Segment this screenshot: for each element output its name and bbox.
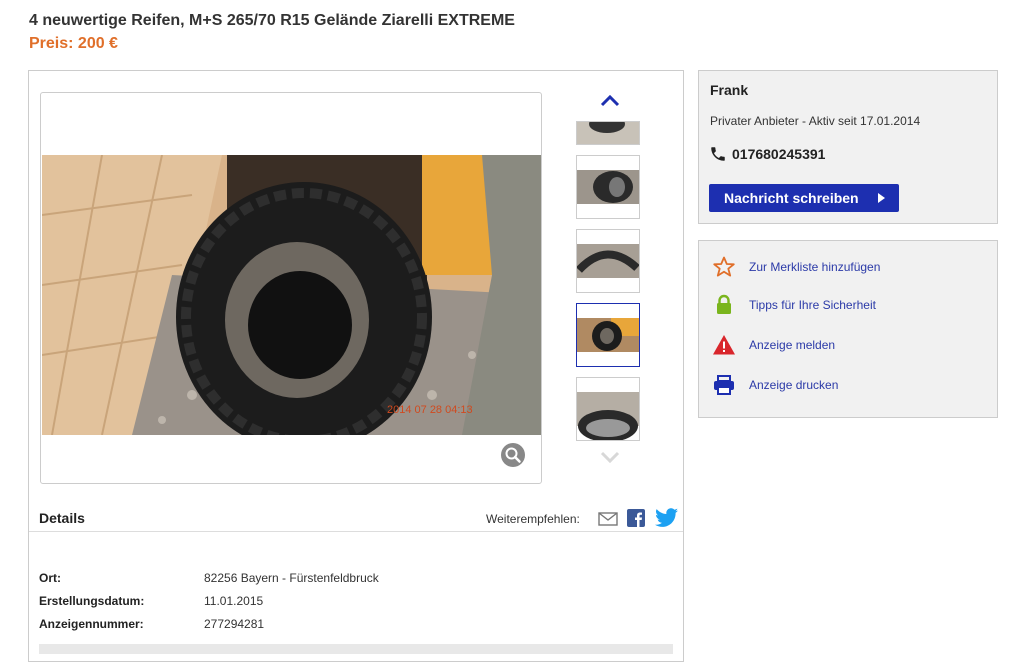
printer-icon — [714, 375, 734, 395]
seller-phone[interactable]: 017680245391 — [732, 146, 825, 162]
send-message-label: Nachricht schreiben — [724, 190, 859, 206]
listing-main-panel: 2014 07 28 04:13 Details Weiterempfehlen… — [28, 70, 684, 662]
detail-value: 11.01.2015 — [204, 594, 264, 608]
main-photo[interactable]: 2014 07 28 04:13 — [42, 155, 541, 435]
thumbnail-1[interactable] — [576, 155, 640, 219]
action-print-ad[interactable]: Anzeige drucken — [712, 373, 982, 397]
phone-icon — [711, 147, 725, 161]
play-arrow-icon — [878, 193, 885, 203]
actions-box: Zur Merkliste hinzufügen Tipps für Ihre … — [698, 240, 998, 418]
action-report-ad[interactable]: Anzeige melden — [712, 333, 982, 357]
action-label: Anzeige melden — [749, 338, 836, 352]
seller-name: Frank — [710, 82, 749, 98]
details-divider — [29, 531, 683, 532]
detail-key: Erstellungsdatum: — [39, 594, 145, 608]
listing-price: Preis: 200 € — [29, 35, 118, 52]
image-gallery[interactable]: 2014 07 28 04:13 — [40, 92, 542, 484]
twitter-icon[interactable] — [655, 508, 679, 528]
send-message-button[interactable]: Nachricht schreiben — [709, 184, 899, 212]
detail-value: 277294281 — [204, 617, 265, 631]
action-label: Zur Merkliste hinzufügen — [749, 260, 881, 274]
facebook-icon[interactable] — [627, 509, 645, 527]
thumbnail-3-active[interactable] — [576, 303, 640, 367]
action-add-to-watchlist[interactable]: Zur Merkliste hinzufügen — [712, 255, 982, 279]
warning-icon — [713, 335, 735, 355]
thumbnail-2[interactable] — [576, 229, 640, 293]
description-bar — [39, 644, 673, 654]
thumbnail-4[interactable] — [576, 377, 640, 441]
detail-key: Ort: — [39, 571, 61, 585]
detail-value: 82256 Bayern - Fürstenfeldbruck — [204, 571, 379, 585]
thumbnails-down-arrow-icon[interactable] — [597, 447, 623, 467]
listing-title: 4 neuwertige Reifen, M+S 265/70 R15 Gelä… — [29, 12, 515, 29]
lock-icon — [717, 294, 731, 314]
seller-subtitle: Privater Anbieter - Aktiv seit 17.01.201… — [710, 114, 921, 128]
svg-text:2014 07 28 04:13: 2014 07 28 04:13 — [387, 404, 473, 416]
thumbnail-0[interactable] — [576, 121, 640, 145]
mail-icon[interactable] — [598, 511, 618, 527]
detail-key: Anzeigennummer: — [39, 617, 144, 631]
action-safety-tips[interactable]: Tipps für Ihre Sicherheit — [712, 293, 982, 317]
star-icon — [713, 256, 735, 277]
details-heading: Details — [39, 510, 85, 526]
seller-box: Frank Privater Anbieter - Aktiv seit 17.… — [698, 70, 998, 224]
thumbnails-up-arrow-icon[interactable] — [597, 91, 623, 111]
zoom-button[interactable] — [501, 443, 525, 467]
action-label: Anzeige drucken — [749, 378, 839, 392]
share-label: Weiterempfehlen: — [486, 512, 580, 526]
action-label: Tipps für Ihre Sicherheit — [749, 298, 876, 312]
magnifier-icon — [505, 447, 521, 463]
